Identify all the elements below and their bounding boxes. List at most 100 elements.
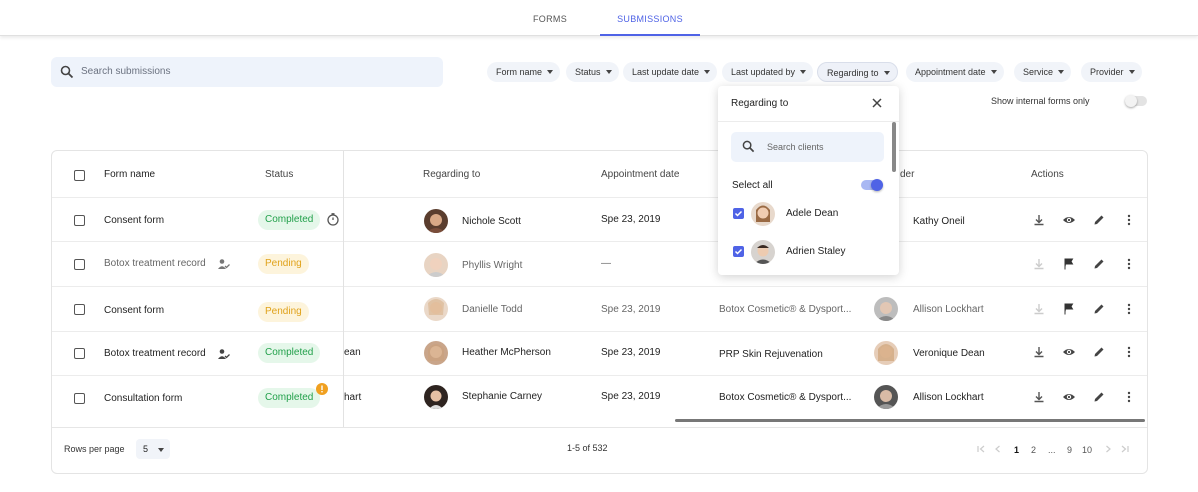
more-vert-icon[interactable] [1122, 213, 1136, 227]
regarding-cell[interactable]: Stephanie Carney [462, 391, 542, 402]
row-checkbox[interactable] [74, 304, 85, 315]
last-page-icon[interactable] [1120, 444, 1130, 454]
row-checkbox[interactable] [74, 348, 85, 359]
header-appointment-date[interactable]: Appointment date [601, 169, 679, 180]
appointment-cell: Spe 23, 2019 [601, 214, 661, 225]
avatar [424, 253, 448, 277]
status-badge: Pending [258, 254, 309, 274]
form-name-cell[interactable]: Consent form [104, 305, 164, 316]
flag-icon[interactable] [1062, 257, 1076, 271]
caret-down-icon [1128, 70, 1135, 74]
toggle-knob [1125, 95, 1137, 107]
eye-icon[interactable] [1062, 213, 1076, 227]
internal-forms-label: Show internal forms only [991, 96, 1090, 106]
appointment-cell: Spe 23, 2019 [601, 304, 661, 315]
rows-per-page-label: Rows per page [64, 444, 125, 454]
horizontal-scrollbar[interactable] [675, 419, 1145, 422]
avatar [874, 341, 898, 365]
page-button[interactable]: 1 [1014, 445, 1019, 455]
avatar [751, 202, 775, 226]
form-name-cell[interactable]: Consent form [104, 215, 164, 226]
edit-icon[interactable] [1092, 213, 1106, 227]
avatar [424, 209, 448, 233]
download-icon[interactable] [1032, 390, 1046, 404]
first-page-icon[interactable] [976, 444, 986, 454]
page-button[interactable]: 9 [1067, 445, 1072, 455]
header-regarding-to[interactable]: Regarding to [423, 169, 480, 180]
service-cell: Botox Cosmetic® & Dysport... [719, 392, 852, 403]
timer-icon [327, 213, 339, 226]
filter-last-updated-by[interactable]: Last updated by [722, 62, 814, 82]
row-divider [52, 331, 1147, 332]
avatar [424, 297, 448, 321]
header-provider[interactable]: der [900, 169, 914, 180]
rows-per-page-select[interactable]: 5 [136, 439, 170, 459]
tab-submissions[interactable]: SUBMISSIONS [600, 0, 700, 36]
edit-icon[interactable] [1092, 257, 1106, 271]
download-icon[interactable] [1032, 213, 1046, 227]
filter-label: Regarding to [827, 68, 879, 78]
filter-label: Last updated by [731, 67, 796, 77]
regarding-cell[interactable]: Nichole Scott [462, 216, 521, 227]
regarding-cell[interactable]: Phyllis Wright [462, 260, 522, 271]
search-input[interactable]: Search submissions [51, 57, 443, 87]
page-button[interactable]: 2 [1031, 445, 1036, 455]
client-search-input[interactable]: Search clients [731, 132, 884, 162]
filter-last-update-date[interactable]: Last update date [623, 62, 718, 82]
download-icon[interactable] [1032, 345, 1046, 359]
provider-cell[interactable]: Allison Lockhart [913, 304, 984, 315]
row-checkbox[interactable] [74, 259, 85, 270]
service-cell: Botox Cosmetic® & Dysport... [719, 304, 852, 315]
row-checkbox[interactable] [74, 393, 85, 404]
edit-icon[interactable] [1092, 302, 1106, 316]
page-button[interactable]: 10 [1082, 445, 1092, 455]
filter-form-name[interactable]: Form name [487, 62, 561, 82]
header-form-name[interactable]: Form name [104, 169, 155, 180]
prev-page-icon[interactable] [993, 444, 1003, 454]
row-checkbox[interactable] [74, 215, 85, 226]
client-search-placeholder: Search clients [767, 142, 824, 152]
form-name-cell[interactable]: Consultation form [104, 393, 182, 404]
dropdown-scrollbar[interactable] [892, 122, 896, 172]
filter-service[interactable]: Service [1014, 62, 1072, 82]
client-checkbox[interactable] [733, 208, 744, 219]
flag-icon[interactable] [1062, 302, 1076, 316]
filter-status[interactable]: Status [566, 62, 619, 82]
internal-forms-toggle[interactable] [1125, 95, 1147, 107]
close-icon[interactable] [871, 97, 883, 109]
eye-icon[interactable] [1062, 390, 1076, 404]
more-vert-icon[interactable] [1122, 345, 1136, 359]
filter-label: Form name [496, 67, 543, 77]
filter-appointment-date[interactable]: Appointment date [906, 62, 1004, 82]
eye-icon[interactable] [1062, 345, 1076, 359]
row-divider [52, 241, 1147, 242]
select-all-toggle[interactable] [861, 179, 883, 191]
download-icon [1034, 304, 1044, 315]
filter-provider[interactable]: Provider [1081, 62, 1142, 82]
appointment-cell: — [601, 258, 611, 269]
appointment-cell: Spe 23, 2019 [601, 391, 661, 402]
regarding-cell[interactable]: Heather McPherson [462, 347, 551, 358]
edit-icon[interactable] [1092, 345, 1106, 359]
form-name-cell[interactable]: Botox treatment record [104, 258, 206, 269]
more-vert-icon[interactable] [1122, 390, 1136, 404]
rows-per-page-value: 5 [143, 444, 149, 454]
provider-cell[interactable]: Kathy Oneil [913, 216, 965, 227]
provider-cell[interactable]: Veronique Dean [913, 348, 985, 359]
filter-regarding-to[interactable]: Regarding to [817, 62, 898, 82]
avatar [751, 240, 775, 264]
status-badge: Completed [258, 343, 321, 363]
tab-forms[interactable]: FORMS [510, 0, 590, 36]
next-page-icon[interactable] [1103, 444, 1113, 454]
more-vert-icon[interactable] [1122, 257, 1136, 271]
person-check-icon [218, 259, 230, 269]
form-name-cell[interactable]: Botox treatment record [104, 348, 206, 359]
select-all-checkbox[interactable] [74, 170, 85, 181]
edit-icon[interactable] [1092, 390, 1106, 404]
provider-cell[interactable]: Allison Lockhart [913, 392, 984, 403]
regarding-cell[interactable]: Danielle Todd [462, 304, 522, 315]
header-status[interactable]: Status [265, 169, 293, 180]
more-vert-icon[interactable] [1122, 302, 1136, 316]
client-checkbox[interactable] [733, 246, 744, 257]
footer-divider [52, 427, 1147, 428]
